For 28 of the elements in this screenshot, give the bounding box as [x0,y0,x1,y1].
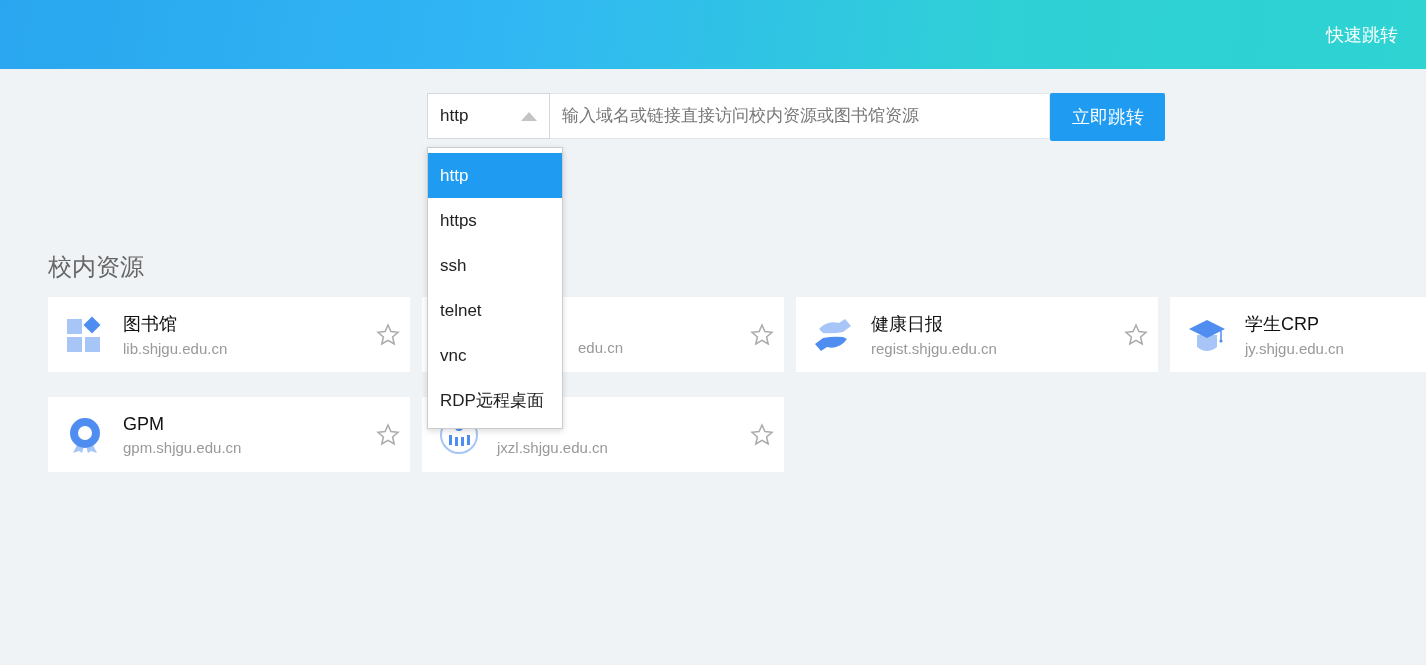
star-icon[interactable] [376,423,400,447]
resource-url: gpm.shjgu.edu.cn [123,438,242,456]
resource-card[interactable]: GPM gpm.shjgu.edu.cn [48,397,410,472]
star-icon[interactable] [376,323,400,347]
protocol-option[interactable]: ssh [428,243,562,288]
protocol-option[interactable]: RDP远程桌面 [428,378,562,423]
resource-card[interactable]: 图书馆 lib.shjgu.edu.cn [48,297,410,372]
resource-url: edu.cn [578,339,624,356]
protocol-select[interactable]: http [427,93,550,139]
section-title: 校内资源 [48,252,144,282]
resource-url: lib.shjgu.edu.cn [123,340,228,357]
resource-card[interactable]: 学生CRP jy.shjgu.edu.cn [1170,297,1426,372]
caret-icon [521,111,537,121]
star-icon[interactable] [750,423,774,447]
star-icon[interactable] [750,323,774,347]
resource-title: GPM [123,413,165,435]
resource-url: jy.shjgu.edu.cn [1245,340,1344,357]
resource-title: 健康日报 [871,313,944,336]
resource-title: 图书馆 [123,313,178,336]
protocol-option[interactable]: https [428,198,562,243]
resource-url: regist.shjgu.edu.cn [871,340,997,357]
resource-url: jxzl.shjgu.edu.cn [497,439,608,456]
star-icon[interactable] [1124,323,1148,347]
url-field[interactable]: 输入域名或链接直接访问校内资源或图书馆资源 [550,93,1050,139]
resource-card[interactable]: 健康日报 regist.shjgu.edu.cn [796,297,1158,372]
protocol-option[interactable]: telnet [428,288,562,333]
resource-title: 学生CRP [1245,313,1320,336]
protocol-option[interactable]: vnc [428,333,562,378]
